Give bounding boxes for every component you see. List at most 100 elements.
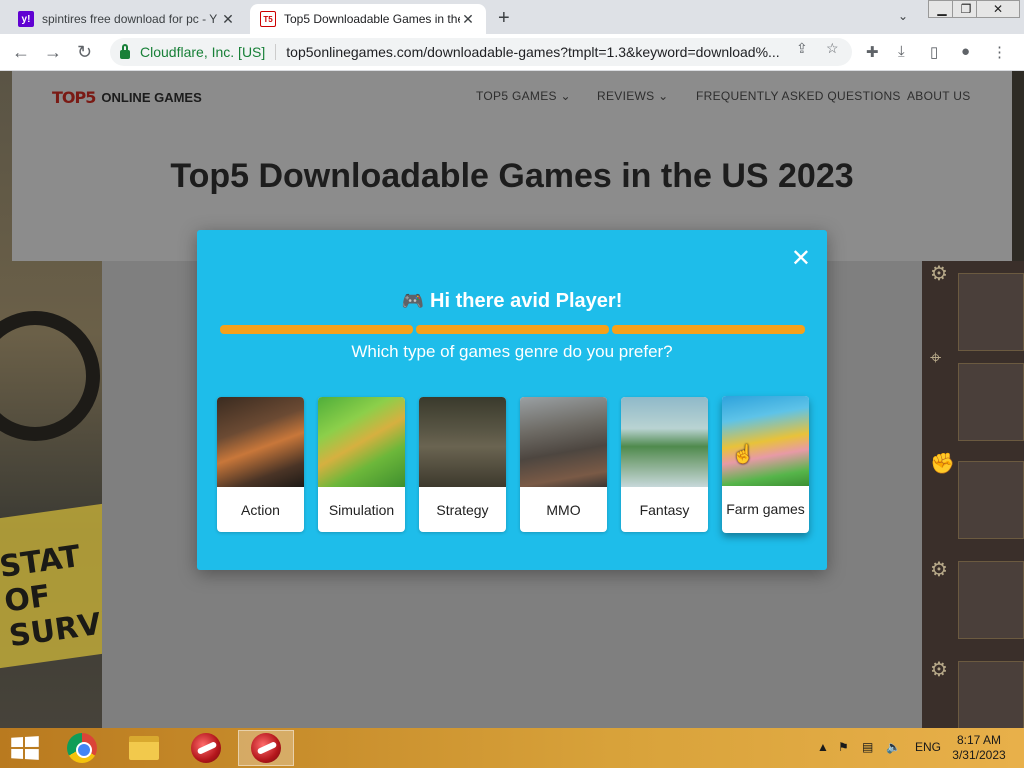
genre-label: Strategy [436, 501, 489, 518]
network-icon[interactable]: ▤ [862, 740, 873, 754]
modal-heading-text: Hi there avid Player! [430, 290, 623, 312]
app-taskbar-button-active[interactable] [238, 730, 294, 766]
logo-mark: TOP5 [52, 88, 96, 107]
gear-icon: ⚙ [930, 263, 948, 285]
system-clock[interactable]: 8:17 AM 3/31/2023 [940, 733, 1018, 763]
modal-heading: 🎮 Hi there avid Player! [197, 290, 827, 313]
nav-faq[interactable]: FREQUENTLY ASKED QUESTIONS [696, 89, 901, 103]
extensions-icon[interactable]: ✚ [866, 43, 879, 61]
nav-reviews[interactable]: REVIEWS ⌄ [597, 89, 668, 103]
genre-label: Fantasy [639, 501, 690, 518]
lock-icon[interactable] [120, 43, 130, 59]
action-game-image [217, 397, 304, 487]
hand-cursor-icon: ☝ [732, 444, 755, 464]
browser-tabstrip: y! spintires free download for pc - Y ✕ … [0, 0, 1024, 34]
genre-label: Action [241, 501, 280, 518]
survey-question: Which type of games genre do you prefer? [351, 342, 673, 361]
biohazard-icon [0, 311, 100, 441]
progress-segment [612, 325, 805, 334]
close-icon[interactable]: ✕ [220, 11, 236, 28]
address-bar[interactable]: Cloudflare, Inc. [US] top5onlinegames.co… [110, 38, 852, 66]
language-indicator[interactable]: ENG [915, 740, 941, 754]
show-hidden-icons-icon[interactable]: ▲ [817, 740, 829, 754]
genre-card-farm-games[interactable]: ☝ Farm games [722, 396, 809, 533]
genre-card-mmo[interactable]: MMO [520, 397, 607, 532]
tab-top5-games[interactable]: T5 Top5 Downloadable Games in the ✕ [250, 4, 486, 34]
background-game-art-right: ⚙ ⌖ ✊ ⚙ ⚙ [922, 261, 1024, 728]
app-red-icon [191, 733, 221, 763]
farm-game-image: ☝ [722, 396, 809, 486]
profile-icon[interactable]: ● [961, 43, 970, 60]
page-title: Top5 Downloadable Games in the US 2023 [170, 157, 854, 195]
close-icon[interactable]: ✕ [460, 11, 476, 28]
download-icon[interactable]: ⤓ [898, 43, 905, 60]
app-red-icon [251, 733, 281, 763]
tab-title: spintires free download for pc - Y [42, 12, 218, 26]
share-icon[interactable]: ⇪ [796, 40, 808, 57]
genre-label: MMO [546, 501, 581, 518]
bookmark-star-icon[interactable]: ☆ [826, 40, 839, 57]
genre-card-action[interactable]: Action [217, 397, 304, 532]
side-panel-icon[interactable]: ▯ [930, 43, 938, 61]
nav-label: REVIEWS [597, 89, 655, 103]
genre-label: Simulation [328, 501, 395, 518]
nav-about-us[interactable]: ABOUT US [907, 89, 971, 103]
app-taskbar-button[interactable] [178, 730, 234, 766]
progress-segment [416, 325, 609, 334]
nav-label: TOP5 GAMES [476, 89, 557, 103]
genre-label: Farm games [726, 500, 805, 517]
clock-time: 8:17 AM [956, 733, 1002, 747]
fist-icon: ✊ [930, 453, 955, 475]
yahoo-icon: y! [18, 11, 34, 27]
chevron-down-icon: ⌄ [658, 89, 669, 103]
crosshair-icon: ⌖ [930, 347, 942, 369]
file-explorer-taskbar-button[interactable] [116, 730, 172, 766]
portrait-slot [958, 363, 1024, 441]
fantasy-game-image [621, 397, 708, 487]
tab-search-chevron-icon[interactable]: ⌄ [898, 9, 908, 23]
genre-card-simulation[interactable]: Simulation [318, 397, 405, 532]
chrome-taskbar-button[interactable] [54, 730, 110, 766]
genre-card-fantasy[interactable]: Fantasy [621, 397, 708, 532]
progress-bar [220, 325, 805, 334]
gear-icon: ⚙ [930, 659, 948, 681]
volume-muted-icon[interactable]: 🔈 [886, 740, 901, 754]
t5-icon: T5 [260, 11, 276, 27]
site-owner: Cloudflare, Inc. [US] [140, 44, 266, 60]
genre-survey-modal: ✕ 🎮 Hi there avid Player! Which type of … [197, 230, 827, 570]
windows-start-icon[interactable] [11, 736, 39, 760]
forward-icon[interactable]: → [44, 42, 62, 63]
page-viewport: STAT OF SURVIV ⚙ ⌖ ✊ ⚙ ⚙ TOP5 ONLINE GAM… [0, 71, 1024, 728]
menu-icon[interactable]: ⋮ [992, 43, 1007, 61]
logo-text: ONLINE GAMES [101, 90, 202, 105]
close-icon[interactable]: ✕ [791, 244, 811, 273]
portrait-slot [958, 273, 1024, 351]
back-icon[interactable]: ← [12, 42, 30, 63]
gamepad-icon: 🎮 [401, 291, 425, 311]
new-tab-icon[interactable]: + [498, 7, 510, 30]
divider [275, 44, 277, 60]
file-explorer-icon [129, 736, 159, 760]
site-logo[interactable]: TOP5 ONLINE GAMES [52, 88, 202, 107]
reload-icon[interactable]: ↻ [77, 42, 92, 63]
window-close-icon[interactable]: ✕ [976, 0, 1020, 18]
chevron-down-icon: ⌄ [560, 89, 571, 103]
portrait-slot [958, 461, 1024, 539]
portrait-slot [958, 561, 1024, 639]
clock-date: 3/31/2023 [952, 748, 1006, 762]
portrait-slot [958, 661, 1024, 728]
genre-card-strategy[interactable]: Strategy [419, 397, 506, 532]
mmo-game-image [520, 397, 607, 487]
windows-taskbar: ▲ ⚑ ▤ 🔈 ENG 8:17 AM 3/31/2023 [0, 728, 1024, 768]
url-text[interactable]: top5onlinegames.com/downloadable-games?t… [286, 44, 786, 60]
simulation-game-image [318, 397, 405, 487]
nav-top5-games[interactable]: TOP5 GAMES ⌄ [476, 89, 571, 103]
action-center-flag-icon[interactable]: ⚑ [838, 740, 849, 754]
strategy-game-image [419, 397, 506, 487]
browser-toolbar: ← → ↻ Cloudflare, Inc. [US] top5onlinega… [0, 34, 1024, 71]
genre-options: Action Simulation Strategy MMO Fantasy ☝ [217, 396, 809, 534]
tab-yahoo-search[interactable]: y! spintires free download for pc - Y ✕ [8, 4, 246, 34]
tab-title: Top5 Downloadable Games in the [284, 12, 460, 26]
gear-icon: ⚙ [930, 559, 948, 581]
progress-segment [220, 325, 413, 334]
